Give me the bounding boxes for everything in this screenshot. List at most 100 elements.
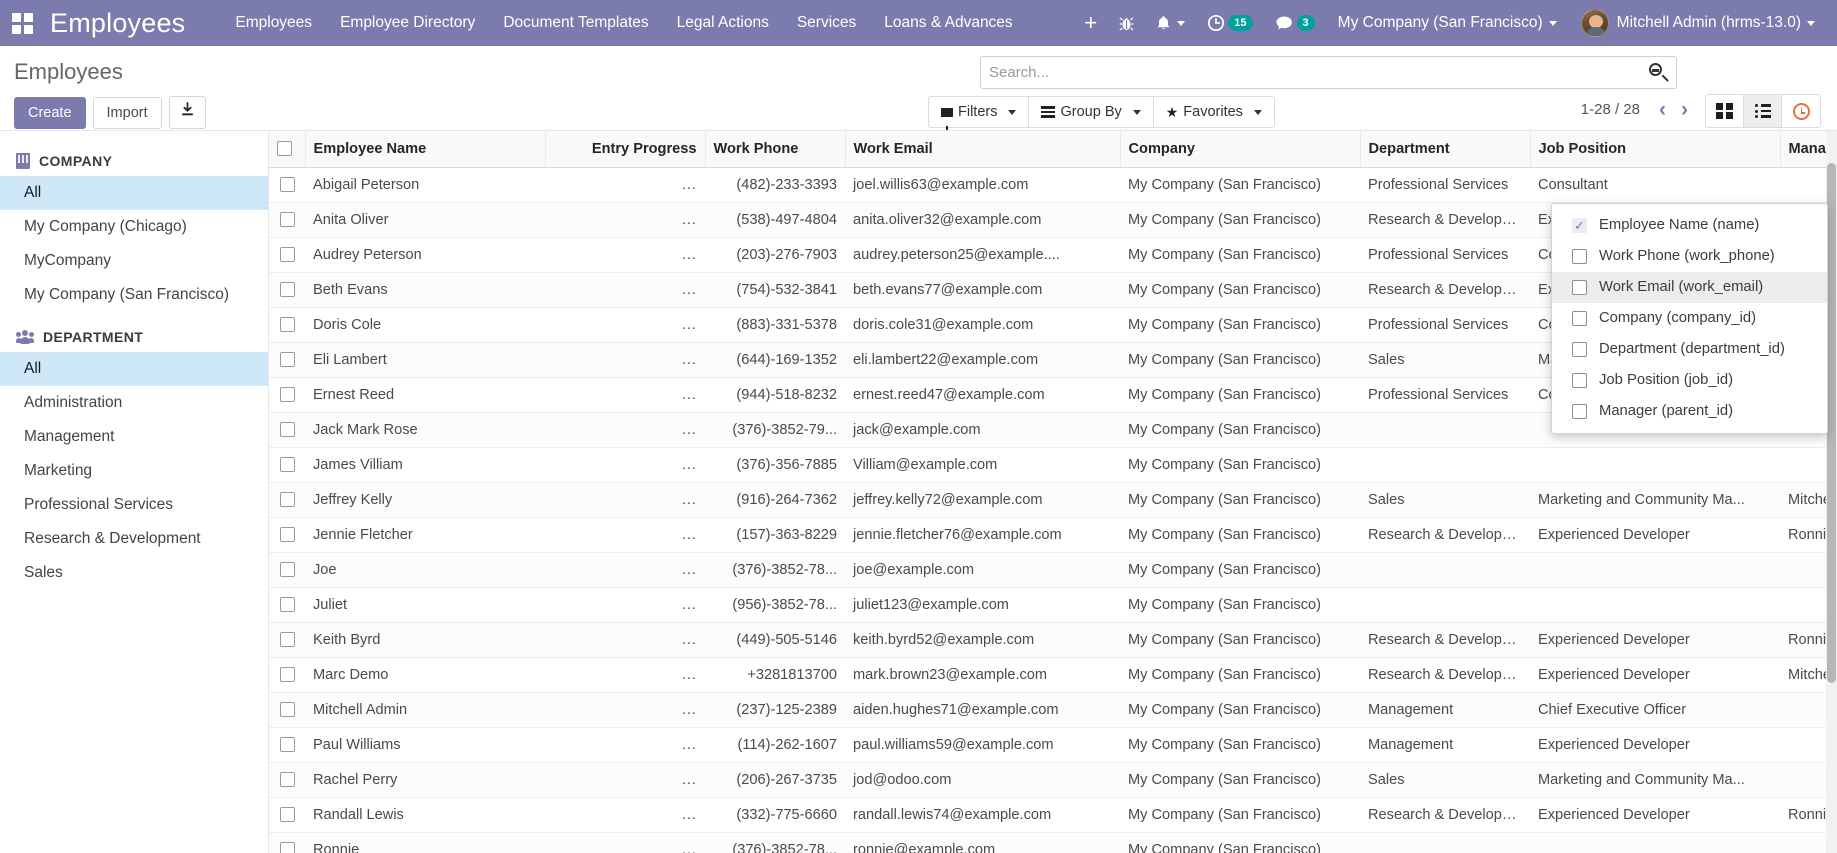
search-box[interactable] — [980, 56, 1677, 89]
table-row[interactable]: Jennie Fletcher... (157)-363-8229 jennie.f… — [269, 517, 1837, 553]
row-checkbox[interactable] — [279, 562, 295, 578]
row-checkbox[interactable] — [279, 177, 295, 193]
row-select-cell[interactable] — [269, 622, 305, 658]
optional-column-item[interactable]: Work Phone (work_phone) — [1552, 241, 1827, 272]
table-row[interactable]: Mitchell Admin... (237)-125-2389 aiden.hug… — [269, 692, 1837, 728]
row-select-cell[interactable] — [269, 202, 305, 238]
search-input[interactable] — [989, 64, 1649, 81]
sidebar-item-administration[interactable]: Administration — [0, 386, 268, 420]
check-icon[interactable]: ✓ — [1572, 218, 1587, 233]
menu-item-legal-actions[interactable]: Legal Actions — [663, 0, 783, 46]
table-row[interactable]: Keith Byrd... (449)-505-5146 keith.byrd52@… — [269, 622, 1837, 658]
checkbox-icon[interactable] — [1572, 342, 1587, 357]
row-checkbox[interactable] — [279, 282, 295, 298]
row-select-cell[interactable] — [269, 447, 305, 483]
table-row[interactable]: Ronnie... (376)-3852-78... ronnie@example.… — [269, 832, 1837, 853]
plus-icon[interactable]: + — [1073, 0, 1108, 46]
table-row[interactable]: Abigail Peterson... (482)-233-3393 joel.wi… — [269, 167, 1837, 203]
row-checkbox[interactable] — [279, 737, 295, 753]
checkbox-icon[interactable] — [1572, 373, 1587, 388]
view-activity-button[interactable] — [1782, 95, 1820, 127]
row-checkbox[interactable] — [279, 842, 295, 853]
optional-column-item[interactable]: Department (department_id) — [1552, 334, 1827, 365]
column-header-employee-name[interactable]: Employee Name — [305, 131, 546, 168]
row-checkbox[interactable] — [279, 387, 295, 403]
checkbox-icon[interactable] — [1572, 280, 1587, 295]
row-checkbox[interactable] — [279, 702, 295, 718]
menu-item-employee-directory[interactable]: Employee Directory — [326, 0, 489, 46]
row-checkbox[interactable] — [279, 772, 295, 788]
select-all-header[interactable] — [269, 131, 306, 168]
messages-icon[interactable]: 3 — [1264, 0, 1326, 46]
table-row[interactable]: James Villiam... (376)-356-7885 Villiam@ex… — [269, 447, 1837, 483]
optional-column-item[interactable]: Company (company_id) — [1552, 303, 1827, 334]
group-by-button[interactable]: Group By — [1028, 96, 1154, 128]
row-select-cell[interactable] — [269, 167, 305, 203]
row-checkbox[interactable] — [279, 317, 295, 333]
select-all-checkbox[interactable] — [277, 141, 292, 157]
row-checkbox[interactable] — [279, 212, 295, 228]
search-icon[interactable] — [1649, 63, 1669, 82]
row-select-cell[interactable] — [269, 482, 305, 518]
table-row[interactable]: Paul Williams... (114)-262-1607 paul.willi… — [269, 727, 1837, 763]
import-button[interactable]: Import — [92, 96, 162, 129]
row-select-cell[interactable] — [269, 412, 305, 448]
row-checkbox[interactable] — [279, 632, 295, 648]
menu-item-services[interactable]: Services — [783, 0, 870, 46]
create-button[interactable]: Create — [14, 96, 86, 129]
optional-column-item[interactable]: Manager (parent_id) — [1552, 396, 1827, 427]
view-kanban-button[interactable] — [1706, 95, 1744, 127]
optional-column-item[interactable]: Job Position (job_id) — [1552, 365, 1827, 396]
favorites-button[interactable]: ★ Favorites — [1152, 96, 1275, 128]
row-select-cell[interactable] — [269, 587, 305, 623]
menu-item-loans-advances[interactable]: Loans & Advances — [870, 0, 1026, 46]
row-checkbox[interactable] — [279, 492, 295, 508]
bell-icon[interactable] — [1145, 0, 1196, 46]
row-checkbox[interactable] — [279, 247, 295, 263]
row-select-cell[interactable] — [269, 377, 305, 413]
sidebar-item-marketing[interactable]: Marketing — [0, 454, 268, 488]
column-header-entry-progress[interactable]: Entry Progress — [545, 131, 706, 168]
row-select-cell[interactable] — [269, 552, 305, 588]
row-select-cell[interactable] — [269, 517, 305, 553]
column-header-company[interactable]: Company — [1120, 131, 1361, 168]
menu-item-employees[interactable]: Employees — [221, 0, 326, 46]
sidebar-item-sales[interactable]: Sales — [0, 556, 268, 590]
sidebar-item-company-chicago[interactable]: My Company (Chicago) — [0, 210, 268, 244]
row-checkbox[interactable] — [279, 457, 295, 473]
sidebar-item-company-san-francisco[interactable]: My Company (San Francisco) — [0, 278, 268, 312]
sidebar-item-research-development[interactable]: Research & Development — [0, 522, 268, 556]
table-row[interactable]: Jeffrey Kelly... (916)-264-7362 jeffrey.ke… — [269, 482, 1837, 518]
bug-icon[interactable] — [1108, 0, 1145, 46]
row-checkbox[interactable] — [279, 422, 295, 438]
row-select-cell[interactable] — [269, 797, 305, 833]
row-checkbox[interactable] — [279, 527, 295, 543]
sidebar-item-company-all[interactable]: All — [0, 176, 268, 210]
chevron-left-icon[interactable]: ‹ — [1653, 99, 1672, 120]
sidebar-item-mycompany[interactable]: MyCompany — [0, 244, 268, 278]
view-list-button[interactable] — [1744, 95, 1782, 127]
row-select-cell[interactable] — [269, 237, 305, 273]
row-checkbox[interactable] — [279, 807, 295, 823]
download-icon[interactable] — [168, 96, 206, 129]
chevron-right-icon[interactable]: › — [1675, 99, 1694, 120]
filters-button[interactable]: Filters — [928, 96, 1030, 130]
row-checkbox[interactable] — [279, 597, 295, 613]
checkbox-icon[interactable] — [1572, 404, 1587, 419]
table-row[interactable]: Randall Lewis... (332)-775-6660 randall.le… — [269, 797, 1837, 833]
checkbox-icon[interactable] — [1572, 249, 1587, 264]
activity-clock-icon[interactable]: 15 — [1196, 0, 1263, 46]
apps-grid-icon[interactable] — [0, 12, 44, 34]
row-select-cell[interactable] — [269, 307, 305, 343]
table-row[interactable]: Rachel Perry... (206)-267-3735 jod@odoo.co… — [269, 762, 1837, 798]
column-header-department[interactable]: Department — [1360, 131, 1531, 168]
table-row[interactable]: Marc Demo... +3281813700 mark.brown23@exam… — [269, 657, 1837, 693]
row-select-cell[interactable] — [269, 832, 305, 853]
column-header-work-email[interactable]: Work Email — [845, 131, 1121, 168]
row-select-cell[interactable] — [269, 657, 305, 693]
table-row[interactable]: Juliet... (956)-3852-78... juliet123@examp… — [269, 587, 1837, 623]
row-select-cell[interactable] — [269, 272, 305, 308]
row-select-cell[interactable] — [269, 762, 305, 798]
checkbox-icon[interactable] — [1572, 311, 1587, 326]
row-checkbox[interactable] — [279, 352, 295, 368]
